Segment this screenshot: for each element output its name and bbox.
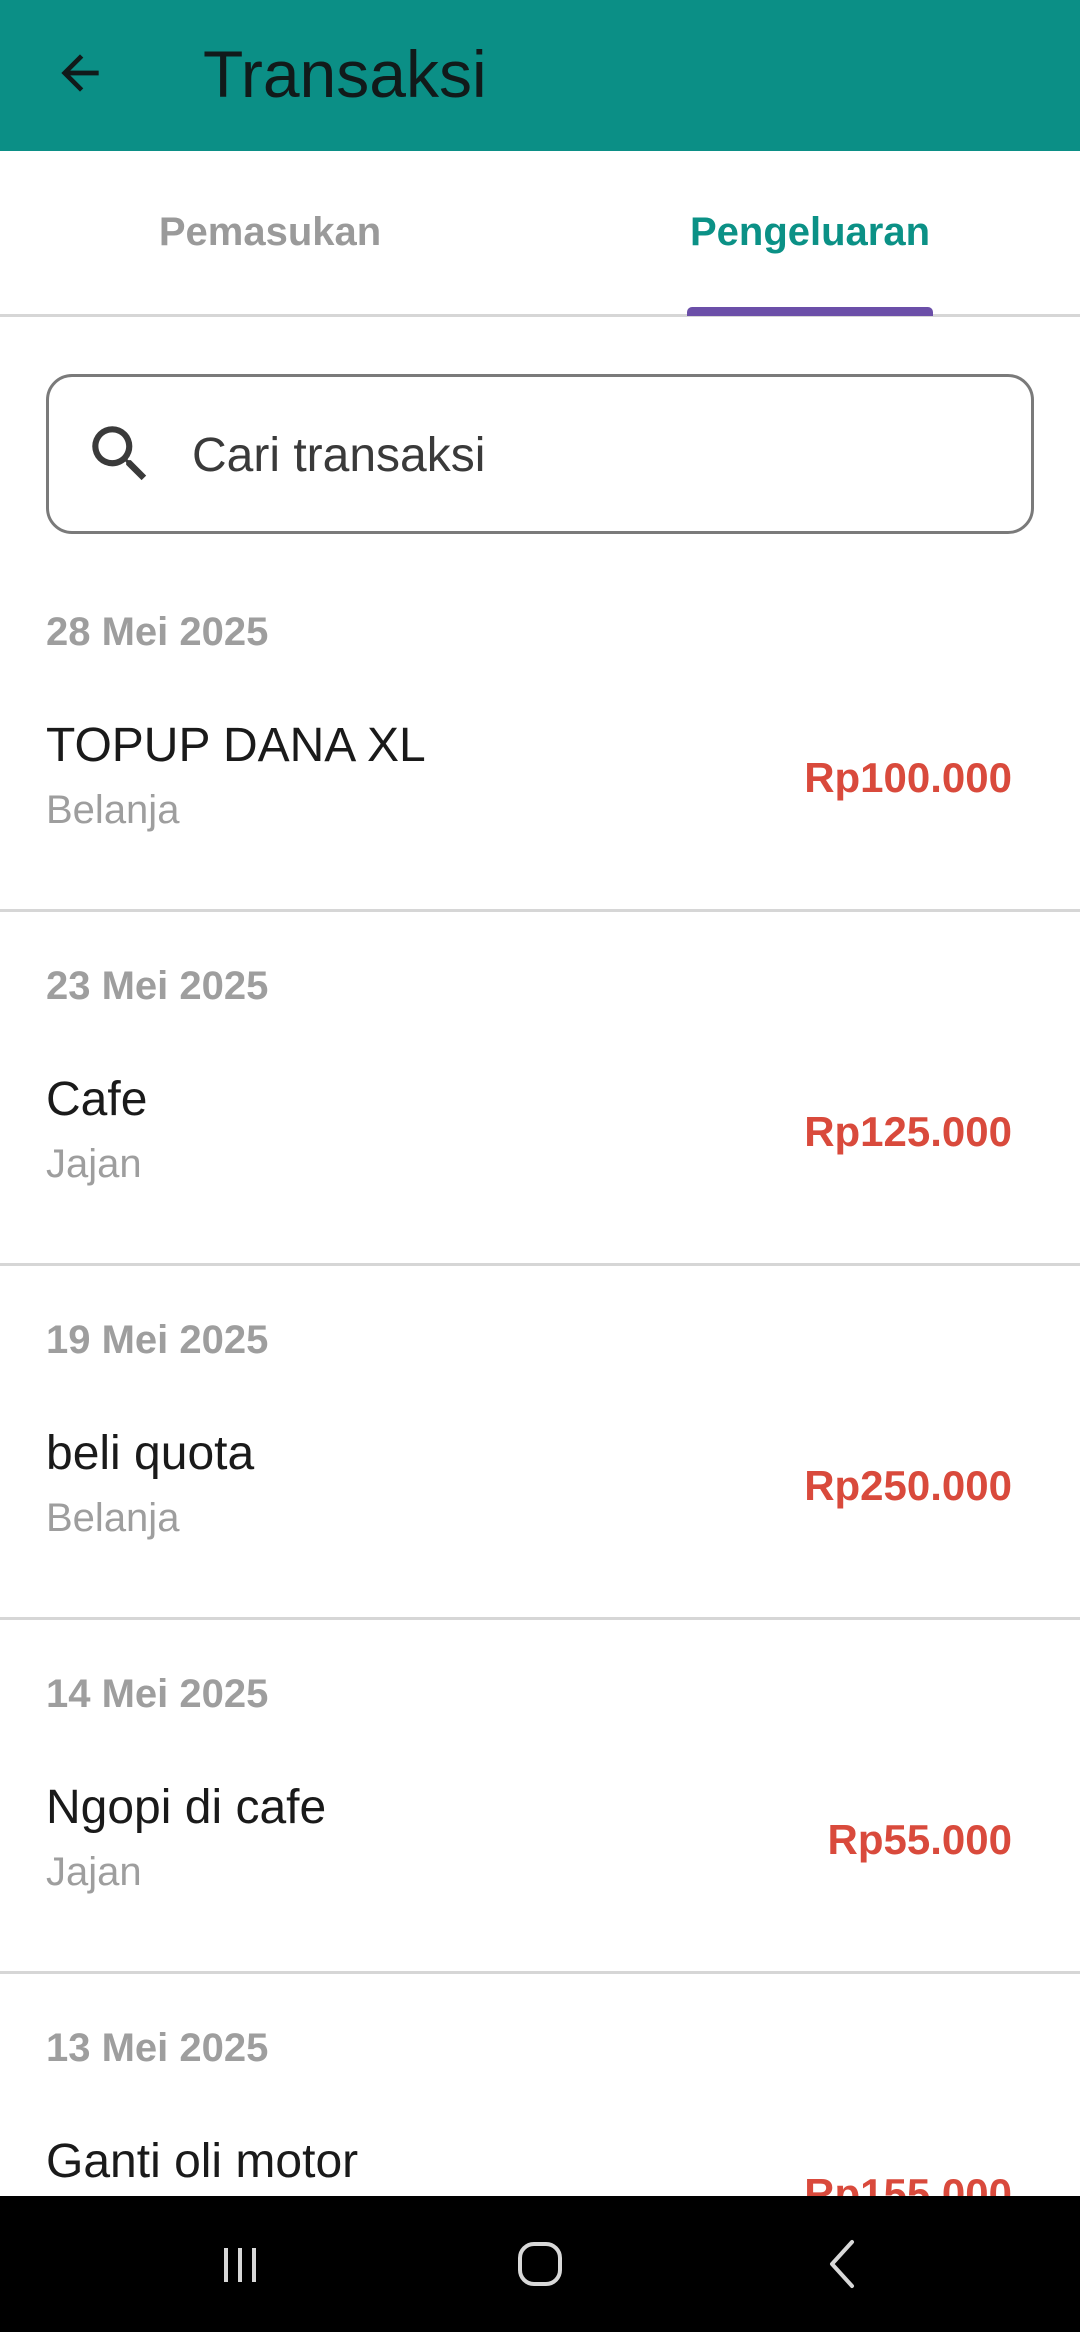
transaction-item[interactable]: Cafe Jajan Rp125.000	[0, 1072, 1080, 1222]
app-bar: Transaksi	[0, 0, 1080, 151]
transaction-group: 23 Mei 2025 Cafe Jajan Rp125.000	[0, 912, 1080, 1266]
search-input[interactable]	[192, 407, 992, 503]
transaction-date: 28 Mei 2025	[46, 610, 269, 654]
search-box[interactable]	[46, 374, 1034, 534]
transaction-date: 14 Mei 2025	[46, 1672, 269, 1716]
transaction-group: 19 Mei 2025 beli quota Belanja Rp250.000	[0, 1266, 1080, 1620]
transaction-category: Jajan	[46, 1142, 142, 1186]
tab-bar: Pemasukan Pengeluaran	[0, 151, 1080, 317]
transaction-title: Ganti oli motor	[46, 2135, 359, 2188]
back-button[interactable]	[40, 33, 120, 113]
home-icon	[518, 2242, 562, 2286]
tab-pengeluaran[interactable]: Pengeluaran	[540, 151, 1080, 314]
tab-pemasukan[interactable]: Pemasukan	[0, 151, 540, 314]
search-icon	[83, 417, 157, 491]
transaction-category: Jajan	[46, 1850, 142, 1894]
transaction-date: 13 Mei 2025	[46, 2026, 269, 2070]
recents-icon	[224, 2248, 256, 2282]
transaction-title: Ngopi di cafe	[46, 1781, 327, 1834]
transaction-amount: Rp55.000	[827, 1816, 1012, 1863]
screen: Transaksi Pemasukan Pengeluaran 28 Mei 2…	[0, 0, 1080, 2332]
transaction-category: Belanja	[46, 1496, 180, 1540]
transaction-title: Cafe	[46, 1073, 148, 1126]
transaction-group: 28 Mei 2025 TOPUP DANA XL Belanja Rp100.…	[0, 558, 1080, 912]
active-tab-indicator	[687, 307, 933, 316]
transaction-amount: Rp250.000	[804, 1462, 1012, 1509]
transaction-list: 28 Mei 2025 TOPUP DANA XL Belanja Rp100.…	[0, 558, 1080, 2328]
transaction-title: TOPUP DANA XL	[46, 719, 426, 772]
transaction-amount: Rp125.000	[804, 1108, 1012, 1155]
page-title: Transaksi	[203, 37, 487, 111]
transaction-item[interactable]: Ngopi di cafe Jajan Rp55.000	[0, 1780, 1080, 1930]
transaction-group: 14 Mei 2025 Ngopi di cafe Jajan Rp55.000	[0, 1620, 1080, 1974]
transaction-title: beli quota	[46, 1427, 255, 1480]
transaction-date: 23 Mei 2025	[46, 964, 269, 1008]
back-chevron-icon	[830, 2240, 854, 2288]
system-back-button[interactable]	[804, 2224, 884, 2304]
transaction-amount: Rp100.000	[804, 754, 1012, 801]
recents-button[interactable]	[200, 2224, 280, 2304]
transaction-category: Belanja	[46, 788, 180, 832]
system-nav-bar	[0, 2196, 1080, 2332]
transaction-item[interactable]: beli quota Belanja Rp250.000	[0, 1426, 1080, 1576]
transaction-date: 19 Mei 2025	[46, 1318, 269, 1362]
arrow-left-icon	[61, 54, 99, 92]
transaction-item[interactable]: TOPUP DANA XL Belanja Rp100.000	[0, 718, 1080, 868]
home-button[interactable]	[500, 2224, 580, 2304]
